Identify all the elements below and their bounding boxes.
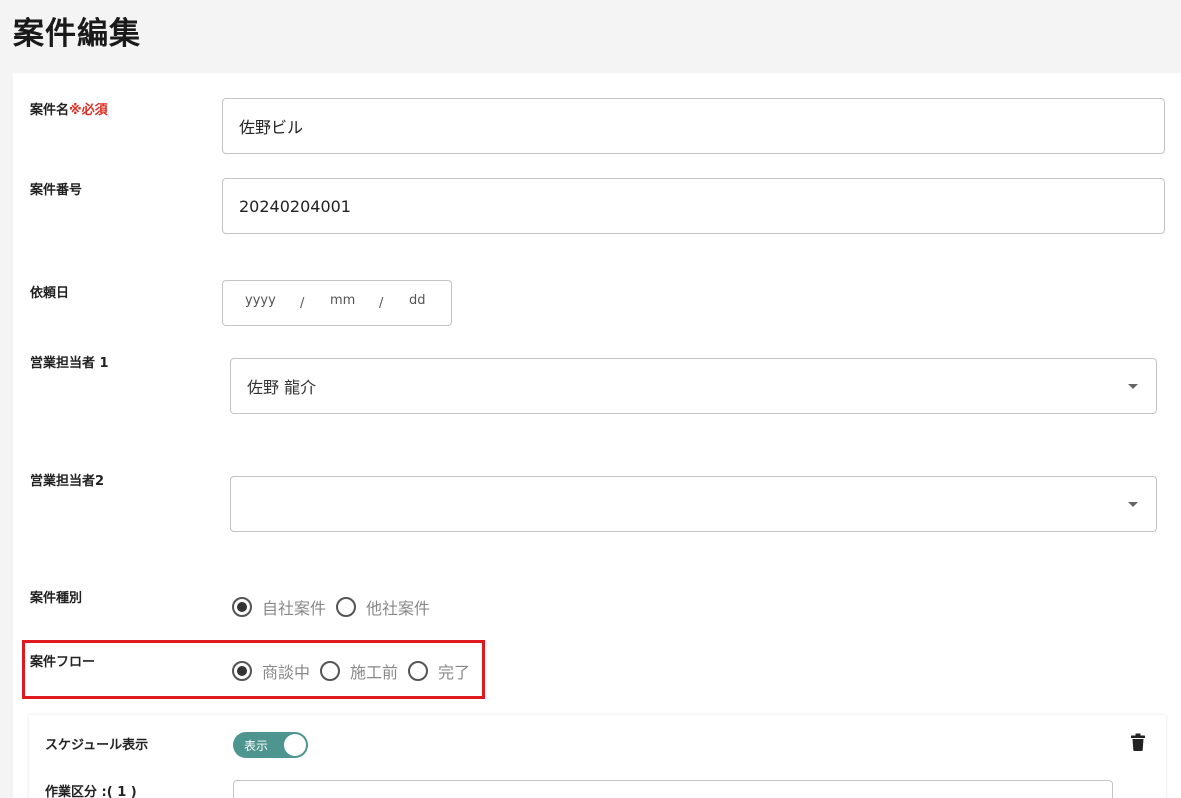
case-flow-option-label: 施工前	[350, 663, 399, 682]
case-flow-option-label: 商談中	[262, 663, 311, 682]
schedule-display-label: スケジュール表示	[45, 738, 149, 753]
date-separator: /	[379, 296, 384, 311]
trash-icon[interactable]	[1131, 733, 1145, 751]
sales-rep2-select[interactable]	[230, 476, 1157, 532]
toggle-knob	[284, 734, 306, 756]
case-flow-radio-group: 商談中 施工前 完了	[232, 659, 480, 683]
case-number-label: 案件番号	[30, 183, 83, 198]
case-flow-radio-complete[interactable]	[408, 661, 429, 681]
date-month-placeholder[interactable]: mm	[330, 293, 355, 308]
caret-down-icon	[1128, 384, 1138, 389]
toggle-label: 表示	[244, 739, 269, 753]
caret-down-icon	[1128, 502, 1138, 507]
case-name-input[interactable]: 佐野ビル	[222, 98, 1165, 154]
case-number-input[interactable]: 20240204001	[222, 178, 1165, 234]
schedule-display-toggle[interactable]: 表示	[233, 732, 308, 758]
case-type-radio-other[interactable]	[336, 597, 357, 617]
sales-rep1-select[interactable]: 佐野 龍介	[230, 358, 1157, 414]
case-flow-radio-negotiating[interactable]	[232, 661, 252, 681]
case-flow-label: 案件フロー	[30, 655, 96, 670]
case-type-label: 案件種別	[30, 591, 83, 606]
case-name-label: 案件名※必須	[30, 103, 108, 118]
work-category-input[interactable]	[233, 780, 1113, 798]
case-flow-option-label: 完了	[438, 663, 471, 682]
request-date-input[interactable]: yyyy / mm / dd	[222, 280, 452, 326]
sales-rep2-label: 営業担当者2	[30, 474, 105, 489]
date-year-placeholder[interactable]: yyyy	[245, 293, 276, 308]
page-title: 案件編集	[13, 16, 141, 52]
required-mark: ※必須	[69, 103, 108, 118]
sales-rep1-label: 営業担当者 1	[30, 356, 109, 371]
case-type-option-label: 他社案件	[366, 599, 431, 618]
case-type-radio-own[interactable]	[232, 597, 252, 617]
case-flow-radio-pre-construction[interactable]	[320, 661, 341, 681]
request-date-label: 依頼日	[30, 286, 70, 301]
case-type-radio-group: 自社案件 他社案件	[232, 595, 440, 619]
date-day-placeholder[interactable]: dd	[409, 293, 426, 308]
case-type-option-label: 自社案件	[262, 599, 327, 618]
date-separator: /	[300, 296, 305, 311]
work-category-label: 作業区分 :( 1 )	[45, 785, 137, 798]
